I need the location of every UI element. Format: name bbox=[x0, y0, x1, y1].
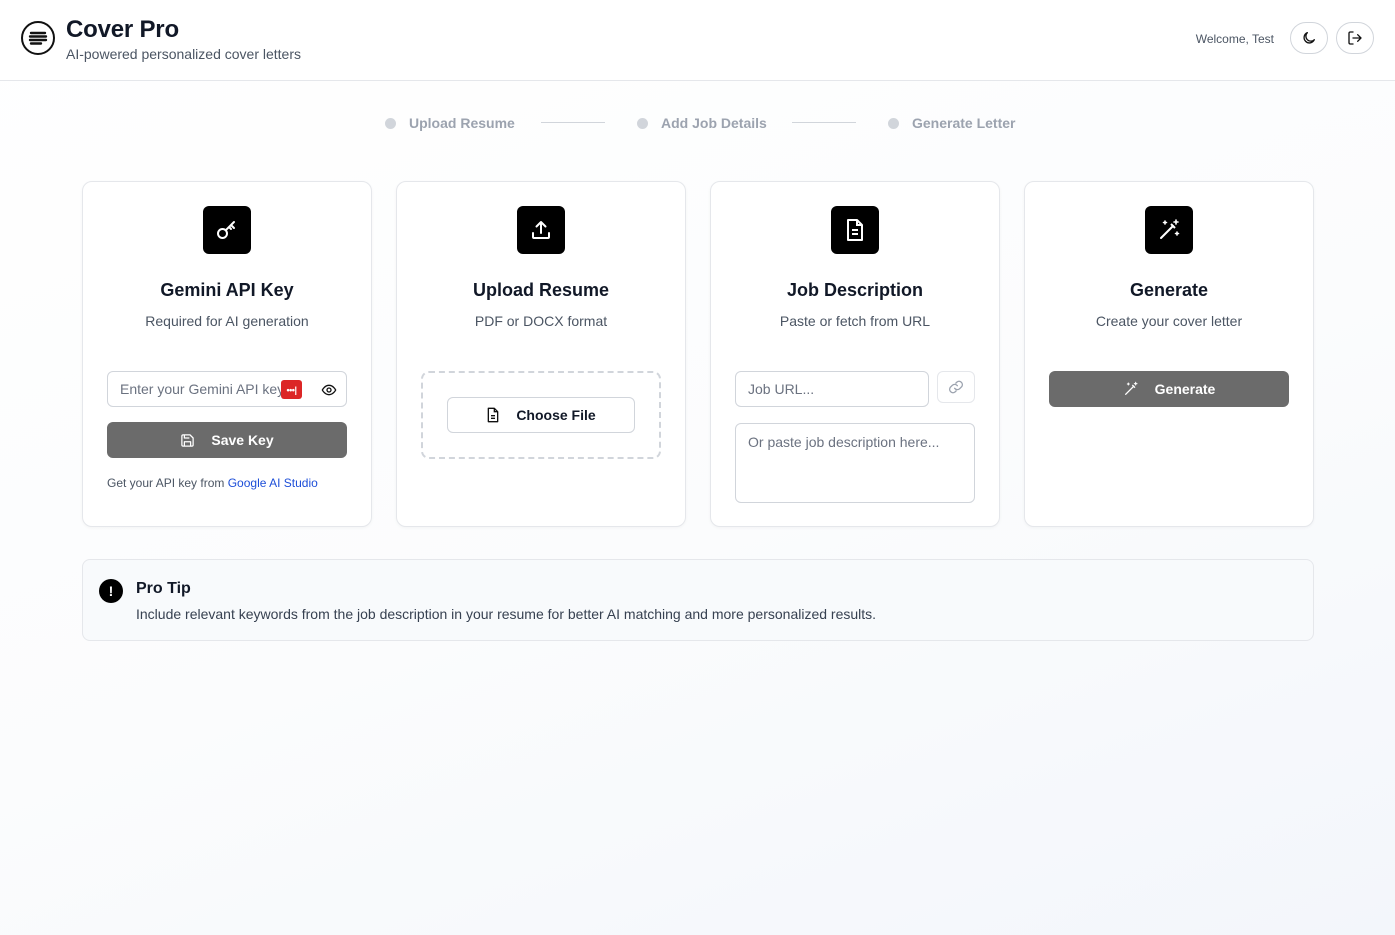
step-connector bbox=[792, 122, 856, 123]
step-generate-letter: Generate Letter bbox=[888, 115, 1015, 131]
upload-icon bbox=[517, 206, 565, 254]
api-key-field: •••| bbox=[107, 371, 347, 407]
card-description: Create your cover letter bbox=[1095, 313, 1243, 329]
pro-tip-banner: ! Pro Tip Include relevant keywords from… bbox=[82, 559, 1314, 641]
api-key-help: Get your API key from Google AI Studio bbox=[107, 476, 318, 490]
save-icon bbox=[181, 433, 195, 447]
step-connector bbox=[541, 122, 605, 123]
generate-button[interactable]: Generate bbox=[1049, 371, 1289, 407]
alert-icon: ! bbox=[99, 579, 123, 603]
job-description-textarea[interactable] bbox=[735, 423, 975, 503]
job-url-input[interactable] bbox=[735, 371, 929, 407]
app-title: Cover Pro bbox=[66, 16, 179, 43]
choose-file-label: Choose File bbox=[516, 407, 596, 423]
card-title: Gemini API Key bbox=[160, 280, 294, 300]
api-key-card: Gemini API Key Required for AI generatio… bbox=[82, 181, 372, 527]
fetch-url-button[interactable] bbox=[937, 371, 975, 403]
logout-icon bbox=[1348, 31, 1362, 45]
api-key-help-text: Get your API key from bbox=[107, 476, 228, 490]
generate-label: Generate bbox=[1154, 381, 1216, 397]
link-icon bbox=[949, 380, 963, 394]
job-description-card: Job Description Paste or fetch from URL bbox=[710, 181, 1000, 527]
step-label: Upload Resume bbox=[409, 115, 515, 131]
step-indicator bbox=[385, 117, 396, 129]
document-icon bbox=[831, 206, 879, 254]
pro-tip-text: Include relevant keywords from the job d… bbox=[136, 606, 877, 622]
menu-lines-icon bbox=[21, 21, 55, 55]
card-description: Required for AI generation bbox=[145, 313, 309, 329]
step-label: Add Job Details bbox=[661, 115, 767, 131]
moon-icon bbox=[1303, 31, 1315, 44]
logout-button[interactable] bbox=[1336, 22, 1374, 54]
magic-wand-icon bbox=[1124, 381, 1138, 395]
save-key-label: Save Key bbox=[211, 432, 274, 448]
api-key-input[interactable] bbox=[108, 372, 288, 406]
card-title: Upload Resume bbox=[472, 280, 610, 300]
save-key-button[interactable]: Save Key bbox=[107, 422, 347, 458]
card-description: Paste or fetch from URL bbox=[779, 313, 931, 329]
card-title: Generate bbox=[1129, 280, 1209, 300]
generate-card: Generate Create your cover letter Genera… bbox=[1024, 181, 1314, 527]
step-upload-resume: Upload Resume bbox=[385, 115, 515, 131]
welcome-text: Welcome, Test bbox=[1195, 32, 1274, 46]
step-indicator bbox=[637, 117, 648, 129]
card-title: Job Description bbox=[786, 280, 924, 300]
app-subtitle: AI-powered personalized cover letters bbox=[66, 46, 302, 62]
step-label: Generate Letter bbox=[912, 115, 1016, 131]
choose-file-button[interactable]: Choose File bbox=[447, 397, 635, 433]
resume-dropzone[interactable]: Choose File bbox=[421, 371, 661, 459]
show-key-button[interactable] bbox=[319, 380, 339, 400]
step-add-job-details: Add Job Details bbox=[637, 115, 767, 131]
pro-tip-title: Pro Tip bbox=[136, 580, 191, 597]
card-description: PDF or DOCX format bbox=[474, 313, 608, 329]
theme-toggle-button[interactable] bbox=[1290, 22, 1328, 54]
upload-resume-card: Upload Resume PDF or DOCX format Choose … bbox=[396, 181, 686, 527]
google-ai-studio-link[interactable]: Google AI Studio bbox=[228, 476, 318, 490]
app-header: Cover Pro AI-powered personalized cover … bbox=[0, 0, 1395, 81]
file-icon bbox=[487, 407, 499, 423]
password-manager-badge[interactable]: •••| bbox=[281, 380, 302, 399]
eye-icon bbox=[321, 384, 337, 396]
step-indicator bbox=[888, 117, 899, 129]
magic-wand-icon bbox=[1145, 206, 1193, 254]
key-icon bbox=[203, 206, 251, 254]
